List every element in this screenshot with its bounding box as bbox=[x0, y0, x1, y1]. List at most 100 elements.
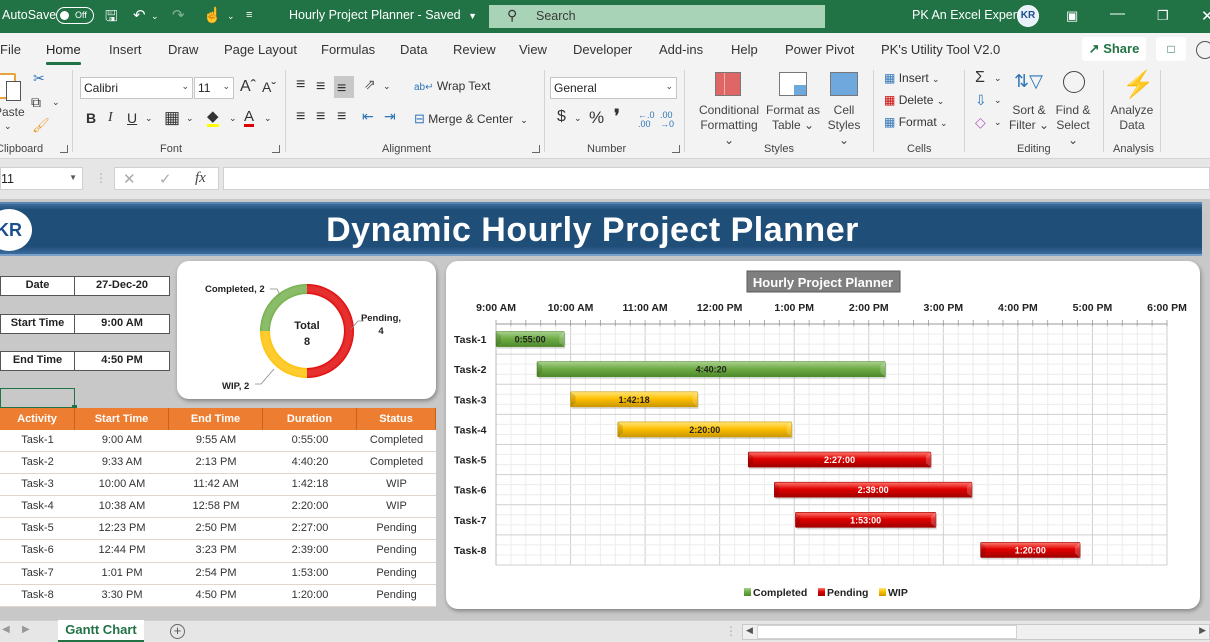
comments-button[interactable]: □ bbox=[1156, 37, 1186, 61]
status-cell[interactable]: Pending bbox=[357, 585, 436, 606]
currency-button[interactable]: $ bbox=[557, 109, 566, 125]
insert-cells-button[interactable]: ▦ Insert ⌄ bbox=[884, 71, 940, 85]
number-launcher-icon[interactable] bbox=[672, 145, 680, 153]
undo-dropdown-icon[interactable]: ⌄ bbox=[151, 11, 159, 22]
tab-insert[interactable]: Insert bbox=[109, 42, 142, 57]
borders-dropdown-icon[interactable]: ⌄ bbox=[186, 114, 194, 123]
format-as-table-button[interactable]: Format as Table ⌄ bbox=[765, 69, 821, 141]
add-sheet-button[interactable]: + bbox=[170, 624, 185, 639]
align-top-icon[interactable]: ≡ bbox=[296, 77, 305, 93]
scrollbar-splitter[interactable]: ⋮ bbox=[725, 624, 737, 638]
copy-icon[interactable]: ⧉ bbox=[31, 95, 41, 109]
underline-dropdown-icon[interactable]: ⌄ bbox=[145, 114, 153, 123]
duration-cell[interactable]: 4:40:20 bbox=[263, 452, 357, 473]
delete-cells-button[interactable]: ▦ Delete ⌄ bbox=[884, 93, 944, 107]
increase-decimal-icon[interactable]: ←.0.00 bbox=[638, 111, 655, 129]
tab-developer[interactable]: Developer bbox=[573, 42, 632, 57]
decrease-indent-icon[interactable]: ⇤ bbox=[362, 109, 374, 123]
increase-font-icon[interactable]: Aˆ bbox=[240, 79, 256, 95]
start-time-cell[interactable]: 10:38 AM bbox=[75, 496, 169, 517]
end-time-cell[interactable]: 11:42 AM bbox=[169, 474, 263, 495]
autosum-dropdown-icon[interactable]: ⌄ bbox=[994, 74, 1002, 83]
fill-icon[interactable]: ⇩ bbox=[975, 93, 987, 107]
status-cell[interactable]: Pending bbox=[357, 518, 436, 539]
clipboard-launcher-icon[interactable] bbox=[60, 145, 68, 153]
align-bottom-icon[interactable]: ≡ bbox=[334, 76, 354, 98]
duration-cell[interactable]: 2:27:00 bbox=[263, 518, 357, 539]
font-color-dropdown-icon[interactable]: ⌄ bbox=[264, 114, 272, 123]
font-name-select[interactable]: Calibri ⌄ bbox=[80, 77, 193, 99]
scroll-right-icon[interactable]: ▶ bbox=[1199, 625, 1206, 636]
percent-button[interactable]: % bbox=[589, 109, 604, 126]
close-icon[interactable]: ✕ bbox=[1201, 7, 1210, 25]
find-select-button[interactable]: Find & Select ⌄ bbox=[1051, 69, 1095, 147]
touch-mode-icon[interactable]: ☝ bbox=[203, 6, 222, 24]
sort-filter-button[interactable]: ⇅▽ Sort & Filter ⌄ bbox=[1008, 69, 1050, 141]
formula-input[interactable] bbox=[223, 167, 1210, 190]
tab-home[interactable]: Home bbox=[46, 42, 81, 65]
end-time-value[interactable]: 4:50 PM bbox=[75, 352, 169, 370]
start-time-value[interactable]: 9:00 AM bbox=[75, 315, 169, 333]
end-time-cell[interactable]: 2:50 PM bbox=[169, 518, 263, 539]
tab-pk-utility-tool[interactable]: PK's Utility Tool V2.0 bbox=[881, 42, 1000, 57]
end-time-cell[interactable]: 9:55 AM bbox=[169, 430, 263, 451]
status-cell[interactable]: WIP bbox=[357, 496, 436, 517]
user-name[interactable]: PK An Excel Expert bbox=[912, 8, 1020, 22]
autosum-icon[interactable]: Σ bbox=[975, 70, 985, 86]
increase-indent-icon[interactable]: ⇥ bbox=[384, 109, 396, 123]
end-time-cell[interactable]: 12:58 PM bbox=[169, 496, 263, 517]
tab-page-layout[interactable]: Page Layout bbox=[224, 42, 297, 57]
status-cell[interactable]: Completed bbox=[357, 430, 436, 451]
cancel-icon[interactable]: ✕ bbox=[123, 170, 136, 188]
share-button[interactable]: ↗ Share bbox=[1082, 37, 1146, 61]
format-cells-button[interactable]: ▦ Format ⌄ bbox=[884, 115, 948, 129]
horizontal-scrollbar[interactable]: ◀ ▶ bbox=[742, 624, 1210, 640]
duration-cell[interactable]: 1:42:18 bbox=[263, 474, 357, 495]
name-box[interactable]: 11 ▼ bbox=[0, 167, 83, 190]
end-time-cell[interactable]: 2:54 PM bbox=[169, 563, 263, 584]
copy-dropdown-icon[interactable]: ⌄ bbox=[52, 98, 60, 107]
tab-file[interactable]: File bbox=[0, 42, 21, 57]
activity-cell[interactable]: Task-5 bbox=[0, 518, 75, 539]
number-format-select[interactable]: General ⌄ bbox=[550, 77, 677, 99]
end-time-cell[interactable]: 3:23 PM bbox=[169, 540, 263, 561]
touch-dropdown-icon[interactable]: ⌄ bbox=[227, 11, 235, 22]
selected-cell[interactable] bbox=[0, 388, 77, 410]
fill-color-dropdown-icon[interactable]: ⌄ bbox=[229, 114, 237, 123]
start-time-cell[interactable]: 12:44 PM bbox=[75, 540, 169, 561]
feedback-smile-icon[interactable] bbox=[1196, 41, 1210, 59]
activity-cell[interactable]: Task-3 bbox=[0, 474, 75, 495]
start-time-cell[interactable]: 1:01 PM bbox=[75, 563, 169, 584]
tab-formulas[interactable]: Formulas bbox=[321, 42, 375, 57]
date-value[interactable]: 27-Dec-20 bbox=[75, 277, 169, 295]
paste-dropdown-icon[interactable]: ⌄ bbox=[4, 122, 12, 131]
search-box[interactable]: ⚲ Search bbox=[489, 5, 825, 28]
activity-cell[interactable]: Task-6 bbox=[0, 540, 75, 561]
start-time-cell[interactable]: 10:00 AM bbox=[75, 474, 169, 495]
activity-cell[interactable]: Task-1 bbox=[0, 430, 75, 451]
activity-cell[interactable]: Task-8 bbox=[0, 585, 75, 606]
decrease-font-icon[interactable]: Aˇ bbox=[262, 80, 276, 94]
font-color-icon[interactable]: A bbox=[244, 109, 255, 127]
tab-add-ins[interactable]: Add-ins bbox=[659, 42, 703, 57]
avatar[interactable]: KR bbox=[1017, 5, 1039, 27]
duration-cell[interactable]: 1:53:00 bbox=[263, 563, 357, 584]
status-cell[interactable]: Pending bbox=[357, 540, 436, 561]
italic-button[interactable]: I bbox=[108, 111, 113, 125]
status-cell[interactable]: WIP bbox=[357, 474, 436, 495]
activity-cell[interactable]: Task-7 bbox=[0, 563, 75, 584]
undo-icon[interactable]: ↶ bbox=[133, 6, 146, 24]
customize-toolbar-icon[interactable]: ≡ bbox=[246, 9, 252, 21]
duration-cell[interactable]: 2:39:00 bbox=[263, 540, 357, 561]
duration-cell[interactable]: 0:55:00 bbox=[263, 430, 357, 451]
tab-data[interactable]: Data bbox=[400, 42, 427, 57]
insert-function-button[interactable]: fx bbox=[195, 170, 206, 187]
redo-icon[interactable]: ↷ bbox=[172, 6, 185, 24]
document-title[interactable]: Hourly Project Planner - Saved ▼ bbox=[289, 8, 477, 22]
scroll-tabs-right-icon[interactable]: ▶ bbox=[22, 624, 30, 635]
tab-power-pivot[interactable]: Power Pivot bbox=[785, 42, 854, 57]
save-icon[interactable]: 🖫 bbox=[105, 6, 118, 31]
scrollbar-thumb[interactable] bbox=[757, 625, 1017, 639]
fill-color-icon[interactable]: ◆ bbox=[207, 109, 219, 127]
align-middle-icon[interactable]: ≡ bbox=[316, 79, 325, 95]
